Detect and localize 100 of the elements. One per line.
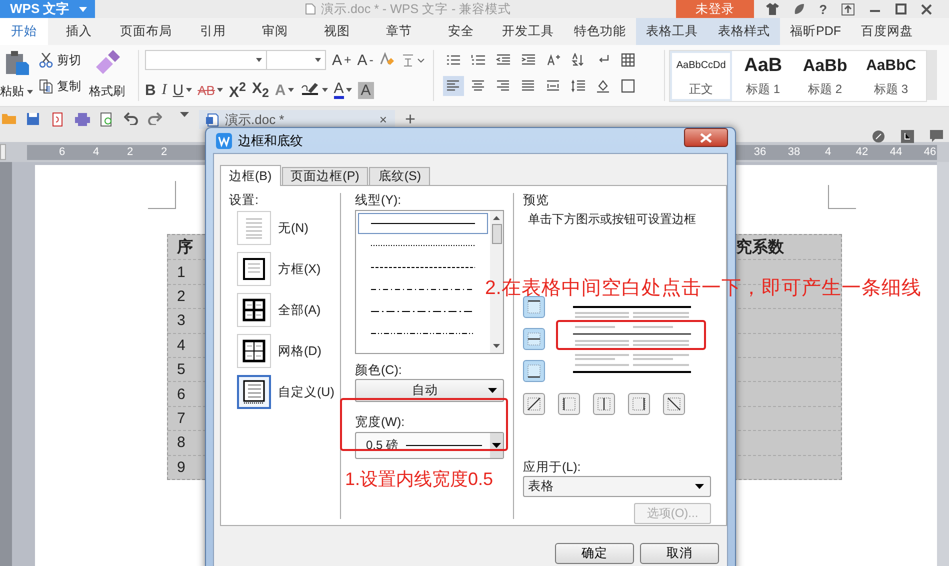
table-grid-icon[interactable] bbox=[620, 53, 636, 67]
ruler-number: 44 bbox=[889, 145, 903, 160]
comment-icon[interactable] bbox=[930, 130, 943, 143]
phonetic-guide-icon[interactable] bbox=[401, 52, 426, 68]
font-format-button[interactable]: A bbox=[334, 82, 352, 98]
document-tab[interactable]: 演示.doc * × bbox=[199, 110, 395, 129]
character-spacing-icon[interactable] bbox=[546, 53, 561, 67]
align-left-icon[interactable] bbox=[446, 79, 461, 93]
close-button[interactable] bbox=[684, 128, 728, 147]
caret-icon[interactable] bbox=[180, 112, 189, 117]
font-format-button[interactable]: X$_{2}$ bbox=[252, 80, 269, 100]
cut-button[interactable]: 剪切 bbox=[39, 52, 81, 69]
decrease-indent-icon[interactable] bbox=[496, 53, 511, 67]
menu-tab[interactable]: 表格工具 bbox=[636, 18, 708, 45]
help-button[interactable]: ? bbox=[819, 2, 828, 16]
undo-icon[interactable] bbox=[124, 112, 138, 125]
font-format-button[interactable]: B bbox=[144, 82, 156, 98]
highlight-button[interactable] bbox=[300, 82, 328, 98]
vertical-scrollbar[interactable] bbox=[937, 162, 949, 566]
border-toggle-button[interactable] bbox=[523, 328, 545, 350]
border-toggle-button[interactable] bbox=[628, 393, 650, 415]
layout-icon[interactable] bbox=[901, 130, 914, 143]
print-preview-icon[interactable] bbox=[100, 112, 114, 127]
font-format-button[interactable]: I bbox=[162, 82, 167, 98]
menu-tab[interactable]: 安全 bbox=[430, 18, 492, 45]
save-icon[interactable] bbox=[26, 112, 40, 126]
border-icon[interactable] bbox=[620, 79, 636, 93]
scroll-thumb[interactable] bbox=[492, 224, 502, 244]
scroll-down-icon[interactable] bbox=[493, 344, 500, 348]
style-item[interactable]: AaBbCcDd 正文 bbox=[670, 51, 732, 101]
menu-tab[interactable]: 表格样式 bbox=[708, 18, 780, 45]
line-spacing-icon[interactable] bbox=[570, 79, 586, 93]
format-painter-button[interactable]: 格式刷 bbox=[89, 48, 125, 100]
style-item[interactable]: AaB 标题 1 bbox=[732, 51, 794, 101]
menu-tab[interactable]: 插入 bbox=[48, 18, 110, 45]
upload-icon[interactable] bbox=[841, 2, 856, 16]
dialog-tab[interactable]: 页面边框(P) bbox=[282, 167, 368, 185]
dialog-tab[interactable]: 底纹(S) bbox=[369, 167, 430, 185]
line-style-option[interactable] bbox=[358, 213, 488, 234]
menu-tab[interactable]: 章节 bbox=[368, 18, 430, 45]
menu-tab[interactable]: 福昕PDF bbox=[780, 18, 851, 45]
border-toggle-button[interactable] bbox=[523, 360, 545, 382]
table-cell-text: 2 bbox=[176, 288, 186, 305]
border-toggle-button[interactable] bbox=[593, 393, 615, 415]
shading-icon[interactable] bbox=[596, 79, 611, 93]
close-icon[interactable] bbox=[921, 4, 932, 14]
menu-tab[interactable]: 引用 bbox=[182, 18, 244, 45]
border-toggle-button[interactable] bbox=[663, 393, 685, 415]
font-format-button[interactable]: U bbox=[172, 82, 192, 98]
menu-tab[interactable]: 百度网盘 bbox=[851, 18, 923, 45]
pen-icon[interactable] bbox=[872, 130, 885, 143]
tab-close-button[interactable]: × bbox=[379, 112, 387, 127]
menu-tab[interactable]: 特色功能 bbox=[564, 18, 636, 45]
menu-tab[interactable]: 审阅 bbox=[244, 18, 306, 45]
new-tab-button[interactable]: + bbox=[405, 109, 416, 130]
font-format-button[interactable]: X$^{2}$ bbox=[228, 80, 246, 100]
align-center-icon[interactable] bbox=[470, 79, 486, 93]
sort-icon[interactable] bbox=[570, 53, 586, 67]
export-pdf-icon[interactable] bbox=[50, 112, 65, 127]
border-preset-button[interactable] bbox=[237, 375, 271, 409]
numbered-list-icon[interactable] bbox=[470, 53, 486, 67]
dialog-tab[interactable]: 边框(B) bbox=[220, 165, 281, 186]
window-title: 演示.doc * - WPS 文字 - 兼容模式 bbox=[321, 0, 512, 18]
copy-button[interactable]: 复制 bbox=[39, 78, 81, 95]
dialog-button[interactable]: 取消 bbox=[640, 543, 719, 564]
clear-format-icon[interactable] bbox=[379, 52, 396, 68]
line-style-label: 线型(Y): bbox=[355, 193, 402, 207]
border-toggle-button[interactable] bbox=[558, 393, 580, 415]
distribute-icon[interactable] bbox=[546, 79, 561, 93]
menu-tab[interactable]: 开始 bbox=[0, 18, 48, 45]
menu-tab[interactable]: 页面布局 bbox=[110, 18, 182, 45]
gallery-scrollbar[interactable] bbox=[927, 50, 938, 100]
border-preview-drawing[interactable] bbox=[573, 306, 691, 374]
bullet-list-icon[interactable] bbox=[446, 53, 461, 67]
copy-icon bbox=[39, 79, 53, 94]
redo-icon[interactable] bbox=[148, 112, 162, 125]
color-dropdown[interactable]: 自动 bbox=[355, 379, 504, 402]
leaf-icon[interactable] bbox=[793, 3, 806, 15]
menu-tab[interactable]: 开发工具 bbox=[492, 18, 564, 45]
font-size-field[interactable] bbox=[266, 50, 326, 70]
border-toggle-button[interactable] bbox=[523, 296, 545, 318]
paste-button[interactable]: 粘贴 bbox=[0, 48, 33, 100]
scroll-up-icon[interactable] bbox=[493, 216, 500, 220]
increase-indent-icon[interactable] bbox=[520, 53, 536, 67]
font-format-button[interactable]: A bbox=[358, 82, 374, 98]
shirt-icon[interactable] bbox=[766, 3, 780, 15]
align-right-icon[interactable] bbox=[496, 79, 511, 93]
font-format-button[interactable]: AB bbox=[198, 82, 223, 98]
dialog-button[interactable]: 确定 bbox=[555, 543, 634, 564]
border-preset-icon bbox=[241, 379, 267, 405]
settings-label: 设置: bbox=[229, 193, 258, 207]
style-item[interactable]: AaBb 标题 2 bbox=[794, 51, 856, 101]
font-name-field[interactable] bbox=[144, 50, 267, 70]
style-item[interactable]: AaBbC 标题 3 bbox=[856, 51, 926, 101]
menu-tab[interactable]: 视图 bbox=[306, 18, 368, 45]
border-toggle-button[interactable] bbox=[523, 393, 545, 415]
apply-to-dropdown[interactable]: 表格 bbox=[523, 476, 711, 497]
maximize-icon[interactable] bbox=[895, 3, 908, 15]
print-icon[interactable] bbox=[75, 112, 90, 126]
justify-icon[interactable] bbox=[520, 79, 536, 93]
